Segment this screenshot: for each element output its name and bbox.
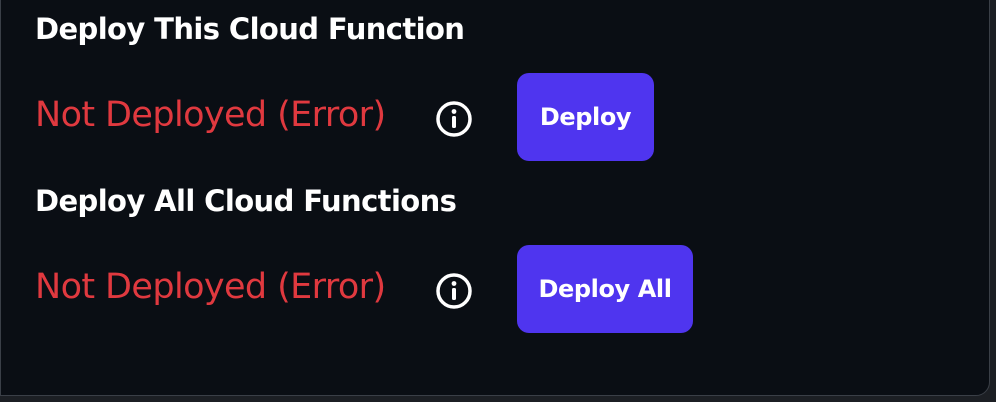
deploy-this-function-title: Deploy This Cloud Function [35,12,465,46]
deploy-all-functions-status: Not Deployed (Error) [35,267,386,307]
info-circle-icon[interactable] [435,100,473,138]
deploy-panel: Deploy This Cloud Function Not Deployed … [0,0,990,396]
info-circle-icon[interactable] [435,272,473,310]
deploy-this-function-status: Not Deployed (Error) [35,95,386,135]
deploy-button[interactable]: Deploy [517,73,654,161]
deploy-all-functions-title: Deploy All Cloud Functions [35,184,457,218]
deploy-all-button[interactable]: Deploy All [517,245,693,333]
